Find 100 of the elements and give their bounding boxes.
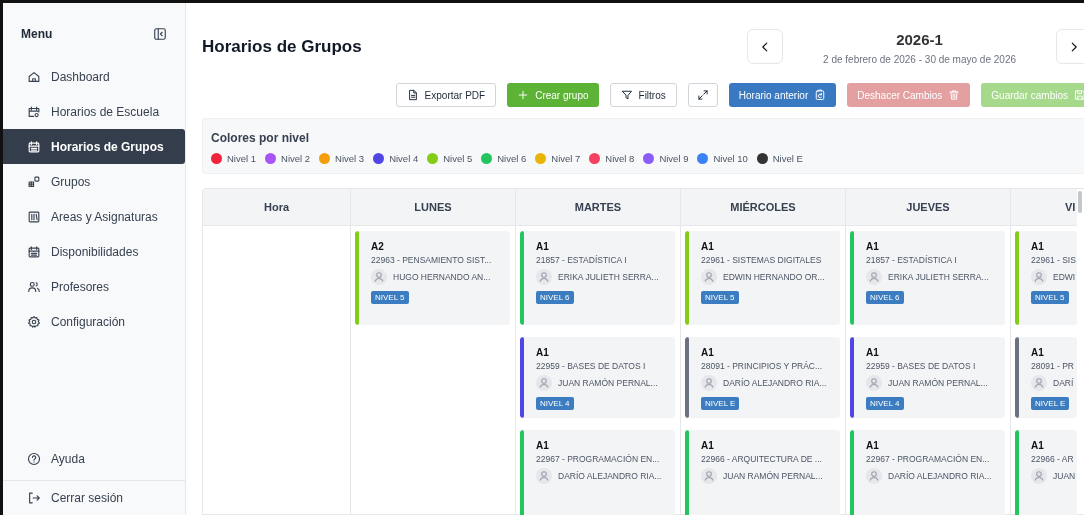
- menu-title: Menu: [21, 27, 53, 41]
- class-card[interactable]: A1 28091 - PRINCIPIOS Y PRÁC... DARÍO ALEJANDRO RIA... NIVEL E: [685, 337, 840, 418]
- avatar-icon: [536, 269, 552, 285]
- sidebar-item[interactable]: Disponibilidades: [3, 234, 185, 269]
- class-card[interactable]: A1 22966 - AR JUAN: [1015, 430, 1077, 515]
- logout-icon: [27, 491, 41, 505]
- class-card[interactable]: A1 21857 - ESTADÍSTICA I ERIKA JULIETH SERRA... NIVEL 6: [850, 231, 1005, 325]
- level-label: Nivel 1: [227, 153, 257, 164]
- class-card[interactable]: A1 22961 - SIS EDWI NIVEL 5: [1015, 231, 1077, 325]
- class-card[interactable]: A1 22966 - ARQUITECTURA DE ... JUAN RAMÓN PERNAL...: [685, 430, 840, 515]
- group-label: A2: [371, 241, 384, 252]
- previous-period-button[interactable]: [747, 29, 784, 64]
- teacher-name: EDWI: [1053, 272, 1076, 282]
- level-badge: NIVEL E: [1031, 397, 1070, 410]
- sidebar-item[interactable]: Horarios de Grupos: [3, 129, 185, 164]
- level-badge: NIVEL 4: [536, 397, 574, 410]
- class-card[interactable]: A1 28091 - PR DARÍ NIVEL E: [1015, 337, 1077, 418]
- level-badge: NIVEL 5: [701, 291, 739, 304]
- group-label: A1: [536, 347, 549, 358]
- level-badge: NIVEL 5: [1031, 291, 1069, 304]
- users-icon: [27, 279, 41, 294]
- group-label: A1: [1031, 241, 1044, 252]
- group-label: A1: [701, 241, 714, 252]
- toolbar-button[interactable]: Exportar PDF: [395, 83, 497, 107]
- help-link[interactable]: Ayuda: [3, 441, 185, 476]
- teacher-name: JUAN: [1053, 471, 1076, 481]
- course-name: 22967 - PROGRAMACIÓN EN...: [536, 454, 660, 464]
- level-label: Nivel 7: [551, 153, 581, 164]
- column-header: VI: [1011, 189, 1077, 226]
- class-card[interactable]: A1 22967 - PROGRAMACIÓN EN... DARÍO ALEJANDRO RIA...: [850, 430, 1005, 515]
- teacher-name: DARÍO ALEJANDRO RIA...: [723, 378, 827, 388]
- page-title: Horarios de Grupos: [202, 37, 362, 57]
- class-card[interactable]: A1 21857 - ESTADÍSTICA I ERIKA JULIETH SERRA... NIVEL 6: [520, 231, 675, 325]
- teacher-name: DARÍ: [1053, 378, 1074, 388]
- collapse-sidebar-button[interactable]: [153, 27, 167, 41]
- class-card[interactable]: A1 22961 - SISTEMAS DIGITALES EDWIN HERNANDO OR... NIVEL 5: [685, 231, 840, 325]
- course-name: 22959 - BASES DE DATOS I: [536, 361, 646, 371]
- sidebar-item[interactable]: Horarios de Escuela: [3, 94, 185, 129]
- calendar-icon: [27, 244, 41, 259]
- avatar-icon: [536, 468, 552, 484]
- plus-icon: [517, 89, 530, 101]
- teacher-name: JUAN RAMÓN PERNAL...: [723, 471, 823, 481]
- avatar-icon: [1031, 375, 1047, 391]
- next-period-button[interactable]: [1056, 29, 1084, 64]
- class-card[interactable]: A1 22959 - BASES DE DATOS I JUAN RAMÓN PERNAL... NIVEL 4: [520, 337, 675, 418]
- column-header: Hora: [203, 189, 350, 226]
- logout-link[interactable]: Cerrar sesión: [3, 480, 185, 515]
- avatar-icon: [1031, 468, 1047, 484]
- period-name: 2026-1: [896, 31, 943, 48]
- scrollbar[interactable]: [1078, 191, 1082, 213]
- avatar-icon: [866, 375, 882, 391]
- column-header: LUNES: [351, 189, 515, 226]
- sidebar-item[interactable]: Grupos: [3, 164, 185, 199]
- trash-icon: [948, 89, 961, 101]
- avatar-icon: [371, 269, 387, 285]
- level-badge: NIVEL E: [701, 397, 740, 410]
- course-name: 22963 - PENSAMIENTO SIST...: [371, 255, 492, 265]
- teacher-name: HUGO HERNANDO AN...: [393, 272, 491, 282]
- class-card[interactable]: A2 22963 - PENSAMIENTO SIST... HUGO HERNANDO AN... NIVEL 5: [355, 231, 510, 325]
- column-header: JUEVES: [846, 189, 1010, 226]
- teacher-name: JUAN RAMÓN PERNAL...: [888, 378, 988, 388]
- toolbar-button[interactable]: Horario anterior: [728, 83, 837, 107]
- level-label: Nivel 4: [389, 153, 419, 164]
- course-name: 28091 - PR: [1031, 361, 1074, 371]
- sidebar-item[interactable]: Profesores: [3, 269, 185, 304]
- level-label: Nivel E: [772, 153, 803, 164]
- avatar-icon: [1031, 269, 1047, 285]
- level-label: Nivel 6: [497, 153, 527, 164]
- course-name: 22966 - AR: [1031, 454, 1074, 464]
- books-icon: [27, 209, 41, 224]
- course-name: 28091 - PRINCIPIOS Y PRÁC...: [701, 361, 823, 371]
- toolbar-button[interactable]: Filtros: [609, 83, 677, 107]
- level-badge: NIVEL 4: [866, 397, 904, 410]
- group-label: A1: [1031, 347, 1044, 358]
- legend-title: Colores por nivel: [211, 131, 311, 145]
- sidebar-item[interactable]: Dashboard: [3, 59, 185, 94]
- sidebar-item[interactable]: Configuración: [3, 304, 185, 339]
- level-label: Nivel 3: [335, 153, 365, 164]
- group-label: A1: [866, 347, 879, 358]
- class-card[interactable]: A1 22967 - PROGRAMACIÓN EN... DARÍO ALEJANDRO RIA...: [520, 430, 675, 515]
- sidebar-item[interactable]: Areas y Asignaturas: [3, 199, 185, 234]
- course-name: 22961 - SISTEMAS DIGITALES: [701, 255, 822, 265]
- column-header: MARTES: [516, 189, 680, 226]
- settings-icon: [27, 314, 41, 329]
- level-label: Nivel 5: [443, 153, 473, 164]
- expand-button[interactable]: [687, 83, 718, 107]
- course-name: 22967 - PROGRAMACIÓN EN...: [866, 454, 990, 464]
- document-icon: [406, 89, 419, 101]
- class-card[interactable]: A1 22959 - BASES DE DATOS I JUAN RAMÓN PERNAL... NIVEL 4: [850, 337, 1005, 418]
- calendar-search-icon: [27, 104, 41, 119]
- level-badge: NIVEL 6: [536, 291, 574, 304]
- teacher-name: JUAN RAMÓN PERNAL...: [558, 378, 658, 388]
- home-icon: [27, 69, 41, 84]
- group-label: A1: [536, 440, 549, 451]
- teacher-name: EDWIN HERNANDO OR...: [723, 272, 825, 282]
- sidebar-toggle-icon: [153, 27, 167, 41]
- avatar-icon: [701, 375, 717, 391]
- blocks-icon: [27, 174, 41, 189]
- level-label: Nivel 2: [281, 153, 311, 164]
- column-header: MIÉRCOLES: [681, 189, 845, 226]
